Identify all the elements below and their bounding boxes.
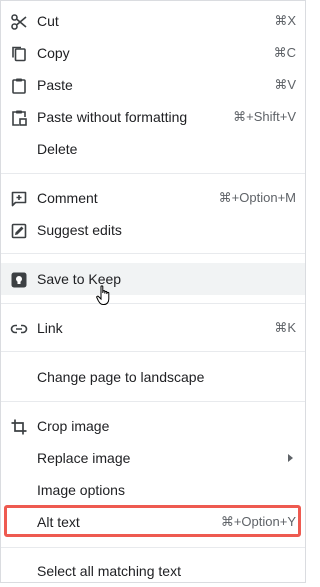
menu-item-delete[interactable]: Delete — [1, 133, 305, 165]
menu-item-paste[interactable]: Paste ⌘V — [1, 69, 305, 101]
menu-divider — [1, 253, 305, 254]
menu-item-comment[interactable]: Comment ⌘+Option+M — [1, 182, 305, 214]
comment-add-icon — [10, 190, 28, 208]
menu-item-label: Crop image — [37, 418, 110, 434]
menu-divider — [1, 303, 305, 304]
menu-item-suggest-edits[interactable]: Suggest edits — [1, 214, 305, 246]
clipboard-icon — [10, 77, 28, 95]
shortcut-label: ⌘+Shift+V — [233, 109, 296, 124]
menu-item-label: Comment — [37, 190, 98, 206]
menu-divider — [1, 547, 305, 548]
menu-item-label: Suggest edits — [37, 222, 122, 238]
menu-item-cut[interactable]: Cut ⌘X — [1, 5, 305, 37]
suggest-edits-icon — [10, 222, 28, 240]
menu-item-image-options[interactable]: Image options — [1, 474, 305, 506]
crop-icon — [10, 418, 28, 436]
shortcut-label: ⌘X — [274, 13, 296, 28]
shortcut-label: ⌘K — [274, 320, 296, 335]
menu-item-save-to-keep[interactable]: Save to Keep — [1, 263, 305, 295]
menu-item-copy[interactable]: Copy ⌘C — [1, 37, 305, 69]
shortcut-label: ⌘C — [273, 45, 296, 60]
menu-divider — [1, 401, 305, 402]
menu-item-label: Link — [37, 320, 63, 336]
shortcut-label: ⌘+Option+Y — [220, 514, 296, 529]
menu-item-link[interactable]: Link ⌘K — [1, 312, 305, 344]
shortcut-label: ⌘+Option+M — [218, 190, 296, 205]
menu-item-label: Paste without formatting — [37, 109, 188, 125]
copy-icon — [10, 45, 28, 63]
menu-divider — [1, 351, 305, 352]
menu-item-label: Image options — [37, 482, 125, 498]
menu-divider — [1, 173, 305, 174]
hand-cursor-icon — [96, 285, 110, 305]
keep-icon — [10, 271, 28, 289]
menu-item-label: Paste — [37, 77, 73, 93]
menu-item-crop-image[interactable]: Crop image — [1, 410, 305, 442]
menu-item-alt-text[interactable]: Alt text ⌘+Option+Y — [1, 506, 305, 538]
link-icon — [10, 320, 28, 338]
menu-item-label: Copy — [37, 45, 70, 61]
menu-item-paste-without-formatting[interactable]: Paste without formatting ⌘+Shift+V — [1, 101, 305, 133]
menu-item-replace-image[interactable]: Replace image — [1, 442, 305, 474]
menu-item-change-page-to-landscape[interactable]: Change page to landscape — [1, 361, 305, 393]
scissors-icon — [10, 13, 28, 31]
menu-item-label: Alt text — [37, 514, 80, 530]
menu-item-label: Delete — [37, 141, 78, 157]
submenu-chevron-icon — [288, 454, 293, 462]
paste-plain-icon — [10, 109, 28, 127]
menu-item-label: Cut — [37, 13, 59, 29]
menu-item-label: Replace image — [37, 450, 131, 466]
menu-item-label: Select all matching text — [37, 563, 181, 579]
shortcut-label: ⌘V — [274, 77, 296, 92]
menu-item-label: Change page to landscape — [37, 369, 205, 385]
menu-item-select-all-matching-text[interactable]: Select all matching text — [1, 555, 305, 587]
context-menu: Cut ⌘X Copy ⌘C Paste ⌘V Paste without fo… — [0, 0, 306, 583]
